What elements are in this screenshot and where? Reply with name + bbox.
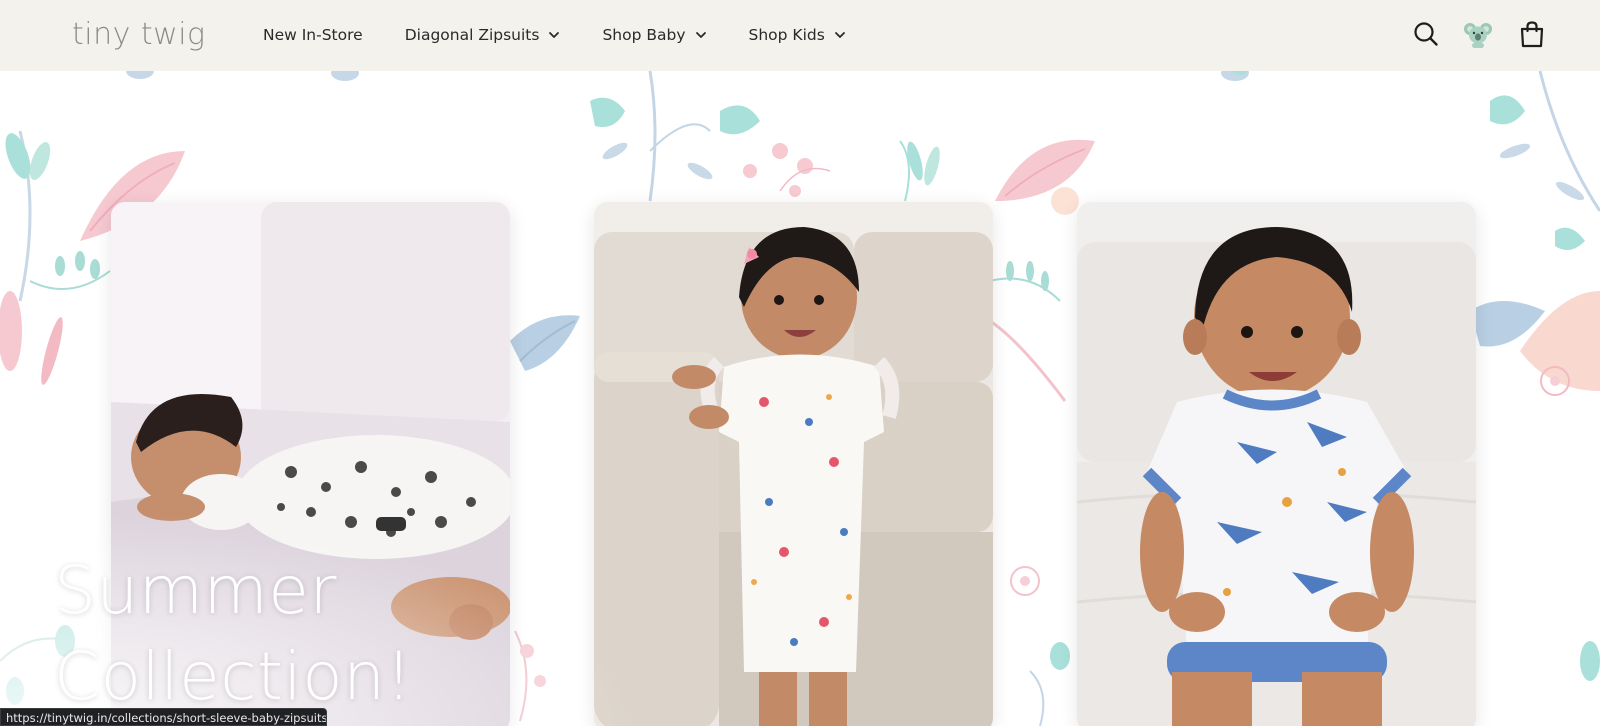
nav-label: Shop Kids [748, 26, 825, 44]
main-nav: New In-Store Diagonal Zipsuits Shop Baby… [263, 24, 888, 46]
site-header: tiny twig New In-Store Diagonal Zipsuits… [0, 0, 1600, 71]
nav-new-in-store[interactable]: New In-Store [263, 24, 363, 46]
standing-baby-photo [594, 202, 993, 726]
chevron-down-icon [834, 32, 845, 38]
sitting-baby-photo [1077, 202, 1476, 726]
site-logo[interactable]: tiny twig [72, 15, 206, 55]
shopping-bag-icon[interactable] [1517, 19, 1547, 49]
nav-label: Shop Baby [602, 26, 686, 44]
search-icon[interactable] [1411, 19, 1441, 49]
nav-diagonal-zipsuits[interactable]: Diagonal Zipsuits [405, 24, 561, 46]
chevron-down-icon [695, 32, 706, 38]
hero-banner[interactable]: Summer Collection! [0, 71, 1600, 726]
chevron-down-icon [549, 32, 560, 38]
product-card-floral-zipsuit[interactable] [594, 202, 993, 726]
nav-shop-baby[interactable]: Shop Baby [602, 24, 706, 46]
nav-label: New In-Store [263, 26, 363, 44]
koala-account-icon[interactable] [1463, 19, 1493, 49]
hero-title: Summer Collection! [54, 548, 412, 720]
nav-shop-kids[interactable]: Shop Kids [749, 24, 846, 46]
product-card-shark-zipsuit[interactable] [1077, 202, 1476, 726]
nav-label: Diagonal Zipsuits [404, 26, 540, 44]
hero-title-line-1: Summer [54, 552, 338, 629]
link-preview-status-bar: https://tinytwig.in/collections/short-sl… [0, 708, 327, 726]
